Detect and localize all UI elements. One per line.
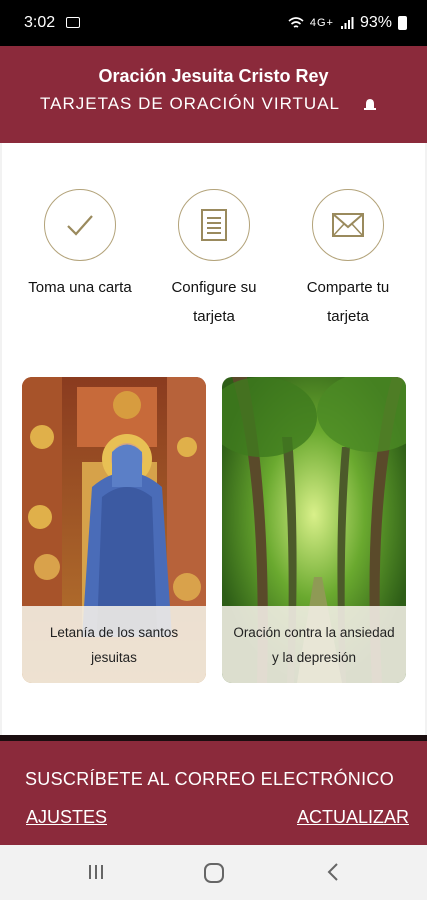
- card-caption: Oración contra la ansiedad y la depresió…: [222, 606, 406, 683]
- network-type: 4G+: [309, 17, 334, 29]
- prayer-card-litany[interactable]: Letanía de los santos jesuitas: [22, 377, 206, 683]
- battery-icon: [398, 16, 407, 30]
- system-nav-bar: [0, 845, 427, 900]
- status-bar: 3:02 4G+ 93%: [0, 0, 427, 46]
- gallery-notification-icon: [66, 17, 80, 28]
- settings-link[interactable]: AJUSTES: [26, 807, 107, 828]
- step-label: Configure su tarjeta: [171, 279, 257, 325]
- status-time: 3:02: [24, 14, 56, 31]
- signal-icon: [340, 17, 354, 29]
- step-icon-circle: [312, 189, 384, 261]
- app-title: Oración Jesuita Cristo Rey: [98, 66, 329, 86]
- bell-icon[interactable]: [363, 98, 377, 110]
- prayer-card-anxiety[interactable]: Oración contra la ansiedad y la depresió…: [222, 377, 406, 683]
- step-icon-circle: [178, 189, 250, 261]
- battery-percent: 93%: [359, 14, 392, 31]
- envelope-icon: [332, 213, 364, 237]
- recent-apps-icon[interactable]: [86, 862, 106, 882]
- update-link[interactable]: ACTUALIZAR: [297, 807, 409, 828]
- status-icons: 4G+ 93%: [288, 14, 407, 32]
- step-label: Toma una carta: [28, 279, 132, 296]
- main-content: Toma una carta Configure su tarjeta Comp…: [2, 143, 425, 735]
- checkmark-icon: [67, 215, 93, 236]
- step-take-card[interactable]: Toma una carta: [10, 189, 150, 302]
- app-header: Oración Jesuita Cristo Rey TARJETAS DE O…: [0, 46, 427, 143]
- document-icon: [201, 209, 227, 241]
- wifi-icon: [288, 17, 304, 28]
- step-icon-circle: [44, 189, 116, 261]
- home-icon[interactable]: [203, 862, 225, 884]
- step-label: Comparte tu tarjeta: [306, 279, 390, 325]
- card-caption: Letanía de los santos jesuitas: [22, 606, 206, 683]
- subscribe-email-link[interactable]: SUSCRÍBETE AL CORREO ELECTRÓNICO: [25, 769, 394, 790]
- footer: SUSCRÍBETE AL CORREO ELECTRÓNICO AJUSTES…: [0, 735, 427, 845]
- step-configure-card[interactable]: Configure su tarjeta: [144, 189, 284, 331]
- back-icon[interactable]: [325, 862, 341, 882]
- section-subtitle: TARJETAS DE ORACIÓN VIRTUAL: [40, 94, 340, 113]
- step-share-card[interactable]: Comparte tu tarjeta: [278, 189, 418, 331]
